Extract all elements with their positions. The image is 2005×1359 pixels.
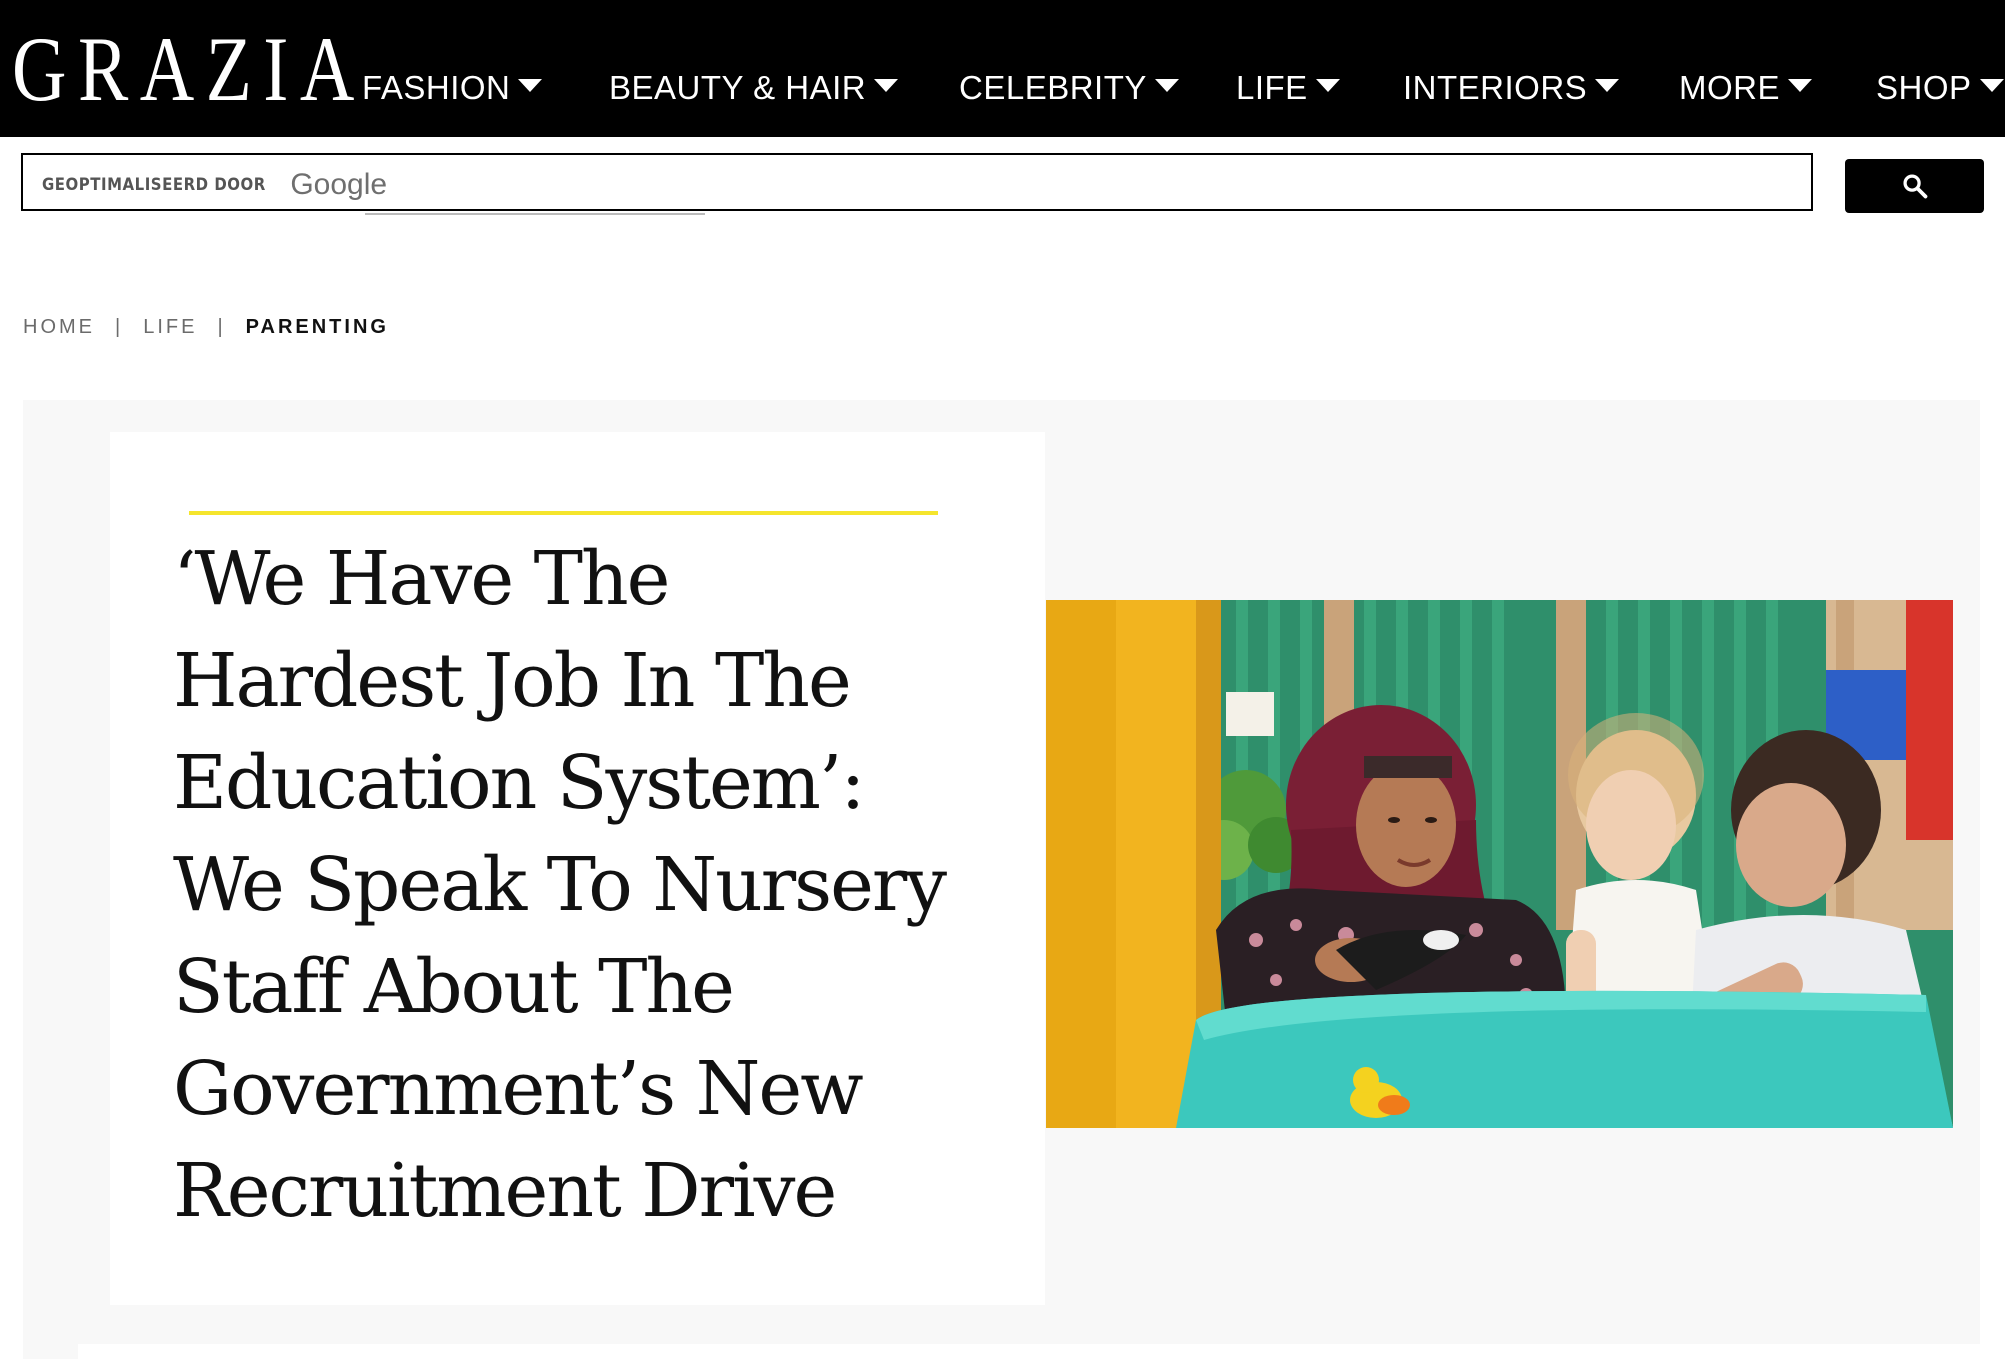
caret-down-icon: [1788, 78, 1812, 92]
caret-down-icon: [1595, 78, 1620, 92]
headline-line: Recruitment Drive: [173, 1148, 837, 1234]
headline-accent-line: [189, 511, 938, 515]
nav-item-label: MORE: [1679, 69, 1780, 106]
nav-item-label: CELEBRITY: [959, 69, 1147, 106]
search-input[interactable]: [23, 155, 1811, 209]
caret-down-icon: [1315, 78, 1340, 92]
search-button[interactable]: [1845, 159, 1984, 213]
headline-line: Staff About The: [173, 944, 735, 1030]
nav-item-fashion[interactable]: FASHION: [362, 64, 543, 112]
headline-line: Education System’:: [173, 740, 865, 826]
search-icon: [1902, 174, 1927, 199]
caret-down-icon: [1154, 78, 1179, 92]
nav-item-life[interactable]: LIFE: [1236, 64, 1340, 112]
breadcrumb-home[interactable]: HOME: [23, 316, 95, 339]
headline-line: ‘We Have The: [173, 536, 670, 622]
nav-item-beauty-hair[interactable]: BEAUTY & HAIR: [609, 64, 899, 112]
headline-line: Government’s New: [173, 1046, 864, 1132]
nav-item-shop[interactable]: SHOP: [1876, 64, 2004, 112]
caret-down-icon: [874, 78, 899, 92]
top-nav-bar: GRAZIA FASHION BEAUTY & HAIR CELEBRITY L…: [0, 0, 2005, 137]
headline-line: Hardest Job In The: [173, 638, 852, 724]
nav-item-interiors[interactable]: INTERIORS: [1403, 64, 1620, 112]
nav-item-label: SHOP: [1876, 69, 1972, 106]
breadcrumb-separator: |: [217, 316, 226, 338]
nav-item-label: INTERIORS: [1403, 69, 1588, 106]
content-strip: [78, 1344, 1980, 1359]
nav-item-more[interactable]: MORE: [1679, 64, 1812, 112]
caret-down-icon: [518, 78, 543, 92]
breadcrumb-parenting: PARENTING: [245, 316, 389, 338]
search-box: GEOPTIMALISEERD DOOR Google: [21, 153, 1813, 211]
nav-item-label: FASHION: [362, 69, 511, 106]
caret-down-icon: [1979, 78, 2004, 92]
article-headline: ‘We Have The Hardest Job In The Educatio…: [173, 528, 1003, 1242]
headline-line: We Speak To Nursery: [173, 842, 947, 928]
breadcrumb-separator: |: [115, 316, 124, 338]
nav-item-label: BEAUTY & HAIR: [609, 69, 867, 106]
hero-image: [1046, 600, 1953, 1128]
nursery-photo: [1046, 600, 1953, 1128]
nav-item-celebrity[interactable]: CELEBRITY: [959, 64, 1179, 112]
main-nav: FASHION BEAUTY & HAIR CELEBRITY LIFE INT…: [0, 0, 2005, 137]
nav-item-label: LIFE: [1236, 69, 1308, 106]
breadcrumb-life[interactable]: LIFE: [143, 316, 197, 339]
dropdown-ghost-line: [365, 213, 705, 215]
breadcrumb: HOME | LIFE | PARENTING: [23, 316, 389, 339]
